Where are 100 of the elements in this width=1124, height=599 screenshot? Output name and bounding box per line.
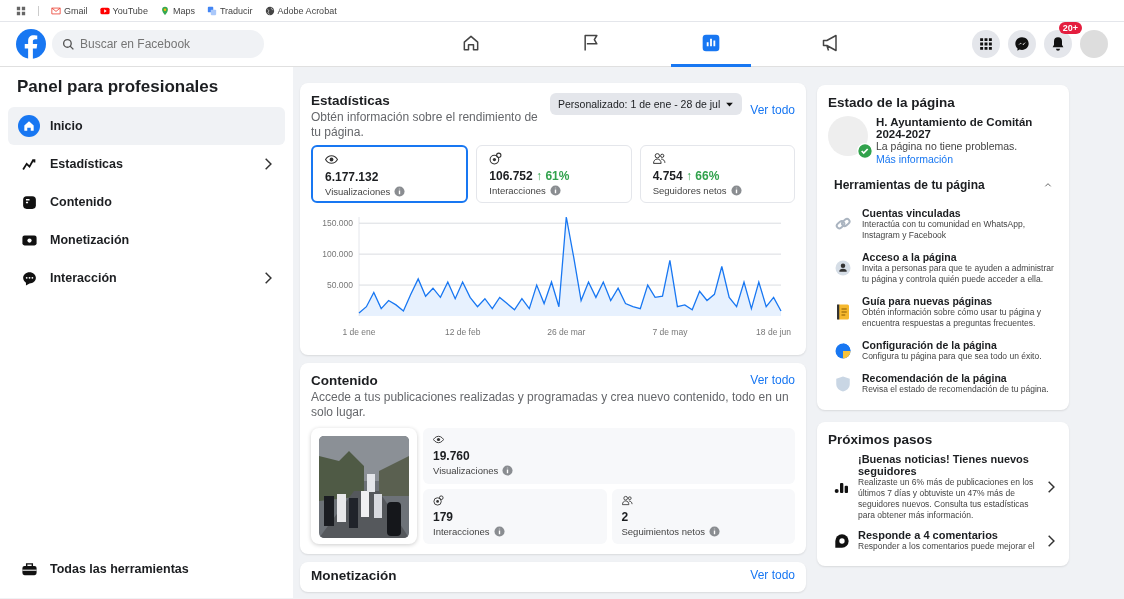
bookmark-link[interactable]: Traducir xyxy=(206,5,253,16)
axis-tick-label: 50.000 xyxy=(327,280,353,291)
bookmark-link[interactable]: Maps xyxy=(159,5,195,16)
tool-title: Recomendación de la página xyxy=(862,372,1007,384)
panel-title: Panel para profesionales xyxy=(17,77,220,97)
metric-label: Interacciones xyxy=(489,185,546,196)
sidebar-item[interactable]: Monetización xyxy=(8,221,285,259)
chevron-up-icon xyxy=(1044,181,1052,189)
mail-icon xyxy=(51,5,61,16)
bookmark-link[interactable]: Adobe Acrobat xyxy=(264,5,337,16)
card-description: Obtén información sobre el rendimiento de tu página. xyxy=(311,110,539,140)
search-field[interactable]: Buscar en Facebook xyxy=(52,30,264,58)
info-icon[interactable] xyxy=(730,185,742,196)
bookmark-link[interactable]: Gmail xyxy=(51,5,88,16)
info-icon[interactable] xyxy=(549,185,561,196)
see-all-link[interactable]: Ver todo xyxy=(750,568,795,582)
metric-value: 106.752 xyxy=(489,169,533,183)
step-title: ¡Buenas noticias! Tienes nuevos seguidores xyxy=(858,453,1029,477)
content-icon xyxy=(20,193,38,211)
sidebar-item[interactable]: Estadísticas xyxy=(8,145,285,183)
messenger-button[interactable] xyxy=(1008,30,1036,58)
grid-icon xyxy=(979,37,993,51)
next-step-item[interactable]: Responde a 4 comentarios Responder a los comentarios puede mejorar el xyxy=(828,525,1058,556)
tool-title: Acceso a la página xyxy=(862,251,958,263)
card-title: Monetización xyxy=(311,568,398,583)
metric-value: 6.177.132 xyxy=(325,170,380,184)
tool-description: Configura tu página para que sea todo un éxito. xyxy=(862,351,1042,362)
comment-icon xyxy=(834,532,850,549)
card-title: Estado de la página xyxy=(828,95,956,110)
tool-description: Revisa el estado de recomendación de tu página. xyxy=(862,384,1049,395)
step-description: Responder a los comentarios puede mejorar el xyxy=(858,541,1036,552)
see-all-link[interactable]: Ver todo xyxy=(750,373,795,387)
translate-icon xyxy=(206,5,217,16)
notebook-icon xyxy=(834,303,852,321)
shield-icon xyxy=(834,374,852,393)
bell-icon xyxy=(1050,36,1066,52)
info-icon[interactable] xyxy=(394,186,406,197)
home-icon xyxy=(22,119,36,133)
interactions-icon xyxy=(489,152,503,165)
metric-label: Interacciones xyxy=(433,525,490,537)
metric-card[interactable]: 106.752 ↑ 61% Interacciones xyxy=(476,145,632,203)
tool-title: Guía para nuevas páginas xyxy=(862,295,994,307)
info-icon[interactable] xyxy=(493,525,505,537)
apps-icon[interactable] xyxy=(16,5,26,16)
metric-label: Visualizaciones xyxy=(325,186,391,197)
tool-item[interactable]: Configuración de la página Configura tu página para que sea todo un éxito. xyxy=(828,334,1058,367)
info-icon[interactable] xyxy=(502,465,514,476)
card-title: Próximos pasos xyxy=(828,432,934,447)
tool-item[interactable]: Recomendación de la página Revisa el estado de recomendación de tu página. xyxy=(828,367,1058,400)
tool-title: Cuentas vinculadas xyxy=(862,207,962,219)
date-range-dropdown[interactable]: Personalizado: 1 de ene - 28 de jul xyxy=(550,93,743,115)
metric-card[interactable]: 4.754 ↑ 66% Seguidores netos xyxy=(639,145,795,203)
change-percentage: ↑ 66% xyxy=(686,169,720,183)
axis-tick-label: 1 de ene xyxy=(342,327,376,337)
axis-tick-label: 18 de jun xyxy=(756,327,792,337)
info-icon[interactable] xyxy=(708,525,720,537)
sidebar-item[interactable]: Contenido xyxy=(8,183,285,221)
sidebar-item[interactable]: Todas las herramientas xyxy=(8,550,285,588)
pie-chart-icon xyxy=(834,341,852,360)
tool-description: Invita a personas para que te ayuden a administrar tu página y controla quién puede acceder a ella. xyxy=(862,263,1054,285)
globe-icon xyxy=(264,5,275,16)
logo-icon[interactable] xyxy=(16,29,46,59)
sidebar-item[interactable]: Interacción xyxy=(8,259,285,297)
metric-card[interactable]: 6.177.132 Visualizaciones xyxy=(311,145,469,203)
menu-button[interactable] xyxy=(972,30,1000,58)
metric-label: Visualizaciones xyxy=(433,465,499,476)
tool-item[interactable]: Guía para nuevas páginas Obtén información sobre cómo usar tu página y encuentra respuestas a preguntas frecuentes. xyxy=(828,290,1058,334)
metric-value: 2 xyxy=(621,509,630,524)
status-text: La página no tiene problemas. Más información xyxy=(876,140,1019,166)
check-icon xyxy=(857,143,873,159)
card-title: Estadísticas xyxy=(311,93,391,108)
video-icon xyxy=(99,5,110,16)
metric-value: 4.754 xyxy=(652,169,683,183)
tools-section-header[interactable]: Herramientas de tu página xyxy=(828,172,1058,198)
change-percentage: ↑ 61% xyxy=(536,169,570,183)
tool-item[interactable]: Cuentas vinculadas Interactúa con tu comunidad en WhatsApp, Instagram y Facebook xyxy=(828,202,1058,246)
axis-tick-label: 150.000 xyxy=(322,218,353,229)
notification-badge: 20+ xyxy=(1058,22,1082,34)
axis-tick-label: 12 de feb xyxy=(444,327,481,337)
metric-value: 179 xyxy=(433,509,455,524)
bookmark-link[interactable]: YouTube xyxy=(99,5,148,16)
see-all-link[interactable]: Ver todo xyxy=(750,103,795,117)
tool-item[interactable]: Acceso a la página Invita a personas para que te ayuden a administrar tu página y controla quién puede acceder a ella. xyxy=(828,246,1058,290)
tool-description: Obtén información sobre cómo usar tu página y encuentra respuestas a preguntas frecuentes. xyxy=(862,307,1043,329)
eye-icon xyxy=(433,434,444,445)
step-title: Responde a 4 comentarios xyxy=(858,529,998,541)
tool-title: Configuración de la página xyxy=(862,339,997,351)
axis-tick-label: 100.000 xyxy=(322,249,353,260)
chart-icon xyxy=(701,32,721,53)
axis-tick-label: 7 de may xyxy=(652,327,688,337)
toolbox-icon xyxy=(20,560,38,578)
notifications-button[interactable] xyxy=(1044,30,1072,58)
more-info-link[interactable]: Más información xyxy=(876,153,954,165)
map-pin-icon xyxy=(159,5,170,16)
sidebar-item[interactable]: Inicio xyxy=(8,107,285,145)
metric-label: Seguidores netos xyxy=(652,185,727,196)
chat-bubble-icon xyxy=(1014,36,1030,52)
people-icon xyxy=(621,494,633,506)
eye-icon xyxy=(325,153,338,166)
axis-tick-label: 26 de mar xyxy=(547,327,586,337)
